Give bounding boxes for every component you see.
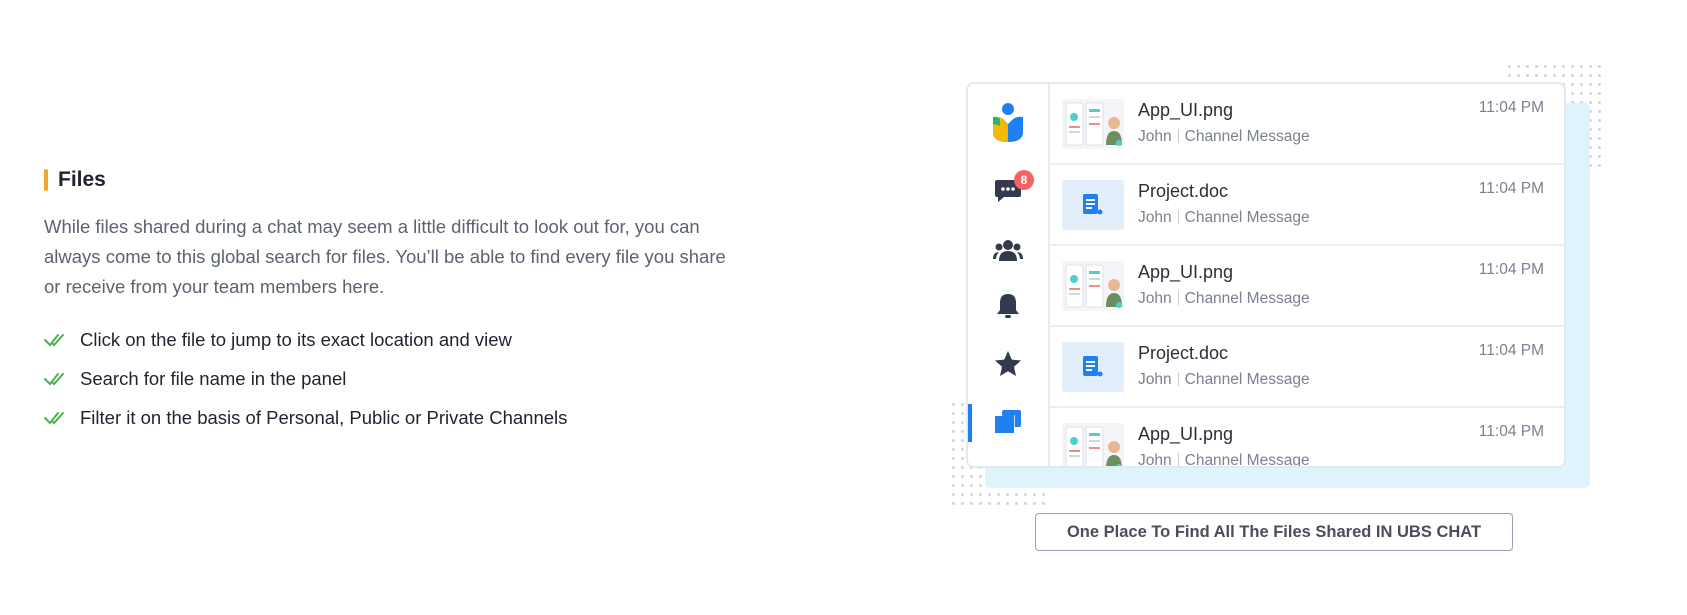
image-thumbnail: [1062, 423, 1124, 466]
file-row[interactable]: App_UI.png John Channel Message 11:04 PM: [1050, 84, 1564, 165]
bell-icon[interactable]: [968, 292, 1048, 320]
files-feature-section: Files While files shared during a chat m…: [44, 168, 764, 437]
unread-badge: 8: [1014, 170, 1034, 190]
file-row[interactable]: Project.doc John Channel Message 11:04 PM: [1050, 327, 1564, 408]
section-title: Files: [58, 168, 106, 191]
file-sender: John: [1138, 452, 1172, 468]
file-source: Channel Message: [1184, 452, 1310, 468]
file-source: Channel Message: [1184, 209, 1310, 226]
file-time: 11:04 PM: [1478, 261, 1544, 278]
document-icon: [1083, 356, 1103, 377]
file-sender: John: [1138, 209, 1172, 226]
feature-list: Click on the file to jump to its exact l…: [44, 320, 764, 437]
feature-item: Search for file name in the panel: [44, 359, 764, 398]
mockup-caption: One Place To Find All The Files Shared I…: [1035, 513, 1513, 551]
file-source: Channel Message: [1184, 290, 1310, 307]
file-list: App_UI.png John Channel Message 11:04 PM …: [1050, 84, 1564, 468]
file-name: App_UI.png: [1138, 100, 1234, 120]
file-meta: John Channel Message: [1138, 290, 1310, 308]
section-heading: Files: [44, 168, 764, 192]
file-time: 11:04 PM: [1478, 180, 1544, 197]
logo-icon: [968, 102, 1048, 144]
users-icon[interactable]: [968, 237, 1048, 263]
file-meta: John Channel Message: [1138, 209, 1310, 227]
file-sender: John: [1138, 371, 1172, 388]
meta-divider: [1177, 291, 1179, 305]
document-thumbnail: [1062, 180, 1124, 230]
file-sender: John: [1138, 128, 1172, 145]
file-meta: John Channel Message: [1138, 128, 1310, 146]
chat-icon[interactable]: 8: [968, 170, 1048, 209]
meta-divider: [1177, 453, 1179, 466]
file-row[interactable]: App_UI.png John Channel Message 11:04 PM: [1050, 246, 1564, 327]
document-thumbnail: [1062, 342, 1124, 392]
meta-divider: [1177, 210, 1179, 224]
files-panel-mockup: 8 App_UI.png John Channel Message 11:04 …: [966, 82, 1566, 468]
feature-item: Filter it on the basis of Personal, Publ…: [44, 398, 764, 437]
file-row[interactable]: Project.doc John Channel Message 11:04 PM: [1050, 165, 1564, 246]
file-source: Channel Message: [1184, 371, 1310, 388]
file-meta: John Channel Message: [1138, 371, 1310, 389]
file-time: 11:04 PM: [1478, 342, 1544, 359]
double-check-icon: [44, 333, 64, 346]
feature-text: Click on the file to jump to its exact l…: [80, 328, 512, 350]
files-icon[interactable]: [968, 409, 1048, 435]
section-description: While files shared during a chat may see…: [44, 216, 726, 297]
file-name: App_UI.png: [1138, 424, 1234, 444]
file-time: 11:04 PM: [1478, 99, 1544, 116]
double-check-icon: [44, 411, 64, 424]
double-check-icon: [44, 372, 64, 385]
meta-divider: [1177, 372, 1179, 386]
app-nav-rail: 8: [968, 84, 1050, 466]
file-row[interactable]: App_UI.png John Channel Message 11:04 PM: [1050, 408, 1564, 468]
feature-text: Filter it on the basis of Personal, Publ…: [80, 406, 568, 428]
feature-text: Search for file name in the panel: [80, 367, 347, 389]
file-name: App_UI.png: [1138, 262, 1234, 282]
star-icon[interactable]: [968, 350, 1048, 378]
heading-accent-bar: [44, 169, 48, 191]
image-thumbnail: [1062, 261, 1124, 311]
meta-divider: [1177, 129, 1179, 143]
file-time: 11:04 PM: [1478, 423, 1544, 440]
file-sender: John: [1138, 290, 1172, 307]
feature-item: Click on the file to jump to its exact l…: [44, 320, 764, 359]
image-thumbnail: [1062, 99, 1124, 149]
file-name: Project.doc: [1138, 181, 1229, 201]
document-icon: [1083, 194, 1103, 215]
file-meta: John Channel Message: [1138, 452, 1310, 468]
file-source: Channel Message: [1184, 128, 1310, 145]
file-name: Project.doc: [1138, 343, 1229, 363]
